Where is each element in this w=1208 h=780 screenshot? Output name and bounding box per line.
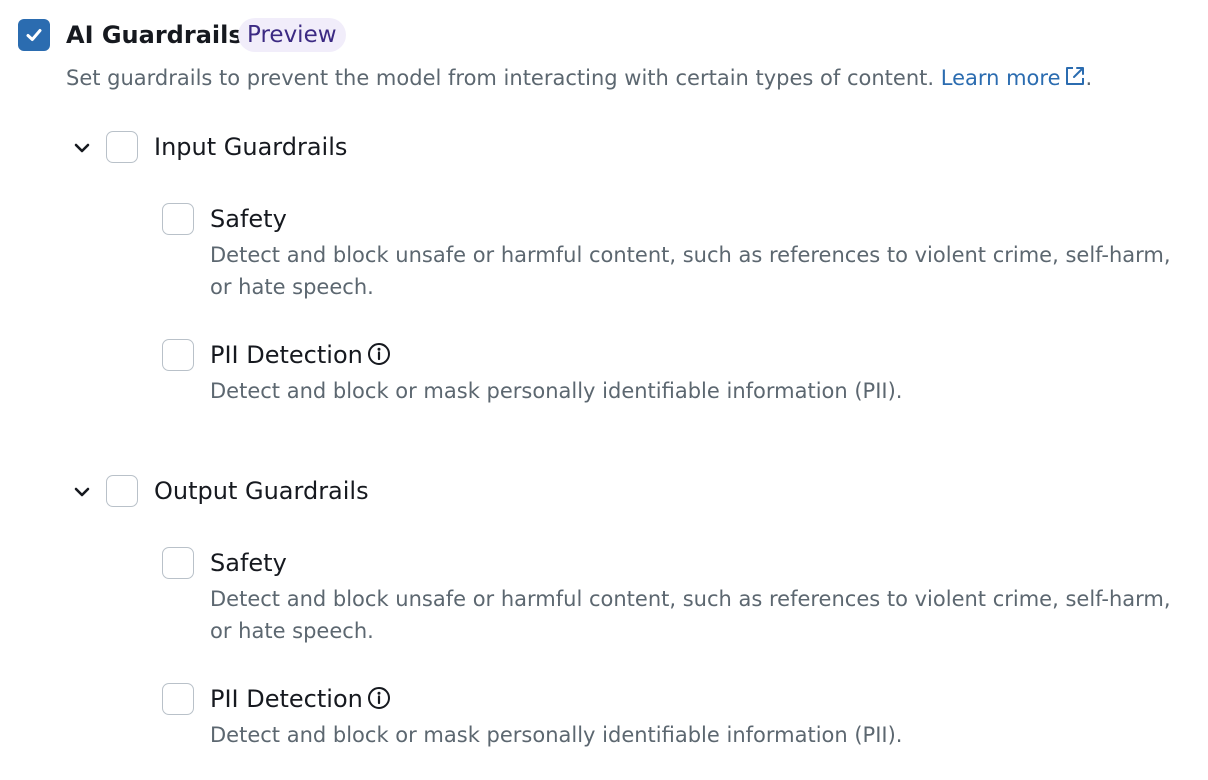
output-pii-label: PII Detection <box>210 685 363 713</box>
input-pii-description: Detect and block or mask personally iden… <box>210 379 903 403</box>
output-guardrails-label: Output Guardrails <box>154 477 369 505</box>
input-guardrails-label: Input Guardrails <box>154 133 348 161</box>
trailing-period: . <box>1085 66 1093 90</box>
section-title: AI Guardrails <box>66 21 243 49</box>
ai-guardrails-panel: AI Guardrails Preview Set guardrails to … <box>0 0 1208 780</box>
input-pii-label: PII Detection <box>210 341 363 369</box>
output-safety-checkbox[interactable] <box>162 547 194 579</box>
external-link-icon[interactable] <box>1064 65 1086 87</box>
learn-more-link[interactable]: Learn more <box>941 66 1061 90</box>
section-description-text: Set guardrails to prevent the model from… <box>66 66 935 90</box>
output-pii-checkbox[interactable] <box>162 683 194 715</box>
input-safety-description: Detect and block unsafe or harmful conte… <box>210 243 1171 299</box>
input-pii-checkbox[interactable] <box>162 339 194 371</box>
input-guardrails-checkbox[interactable] <box>106 131 138 163</box>
output-pii-label-row: PII Detection <box>210 683 391 715</box>
ai-guardrails-checkbox[interactable] <box>18 19 50 51</box>
output-safety-description: Detect and block unsafe or harmful conte… <box>210 587 1171 643</box>
preview-badge: Preview <box>238 18 346 52</box>
input-safety-checkbox[interactable] <box>162 203 194 235</box>
input-guardrails-chevron-down-icon[interactable] <box>73 139 91 157</box>
info-icon[interactable] <box>367 342 391 366</box>
input-pii-label-row: PII Detection <box>210 339 391 371</box>
section-description: Set guardrails to prevent the model from… <box>66 62 1092 94</box>
output-safety-label: Safety <box>210 549 287 577</box>
info-icon[interactable] <box>367 686 391 710</box>
output-guardrails-chevron-down-icon[interactable] <box>73 483 91 501</box>
input-safety-label: Safety <box>210 205 287 233</box>
output-pii-description: Detect and block or mask personally iden… <box>210 723 903 747</box>
output-guardrails-checkbox[interactable] <box>106 475 138 507</box>
checkmark-icon <box>26 29 42 41</box>
